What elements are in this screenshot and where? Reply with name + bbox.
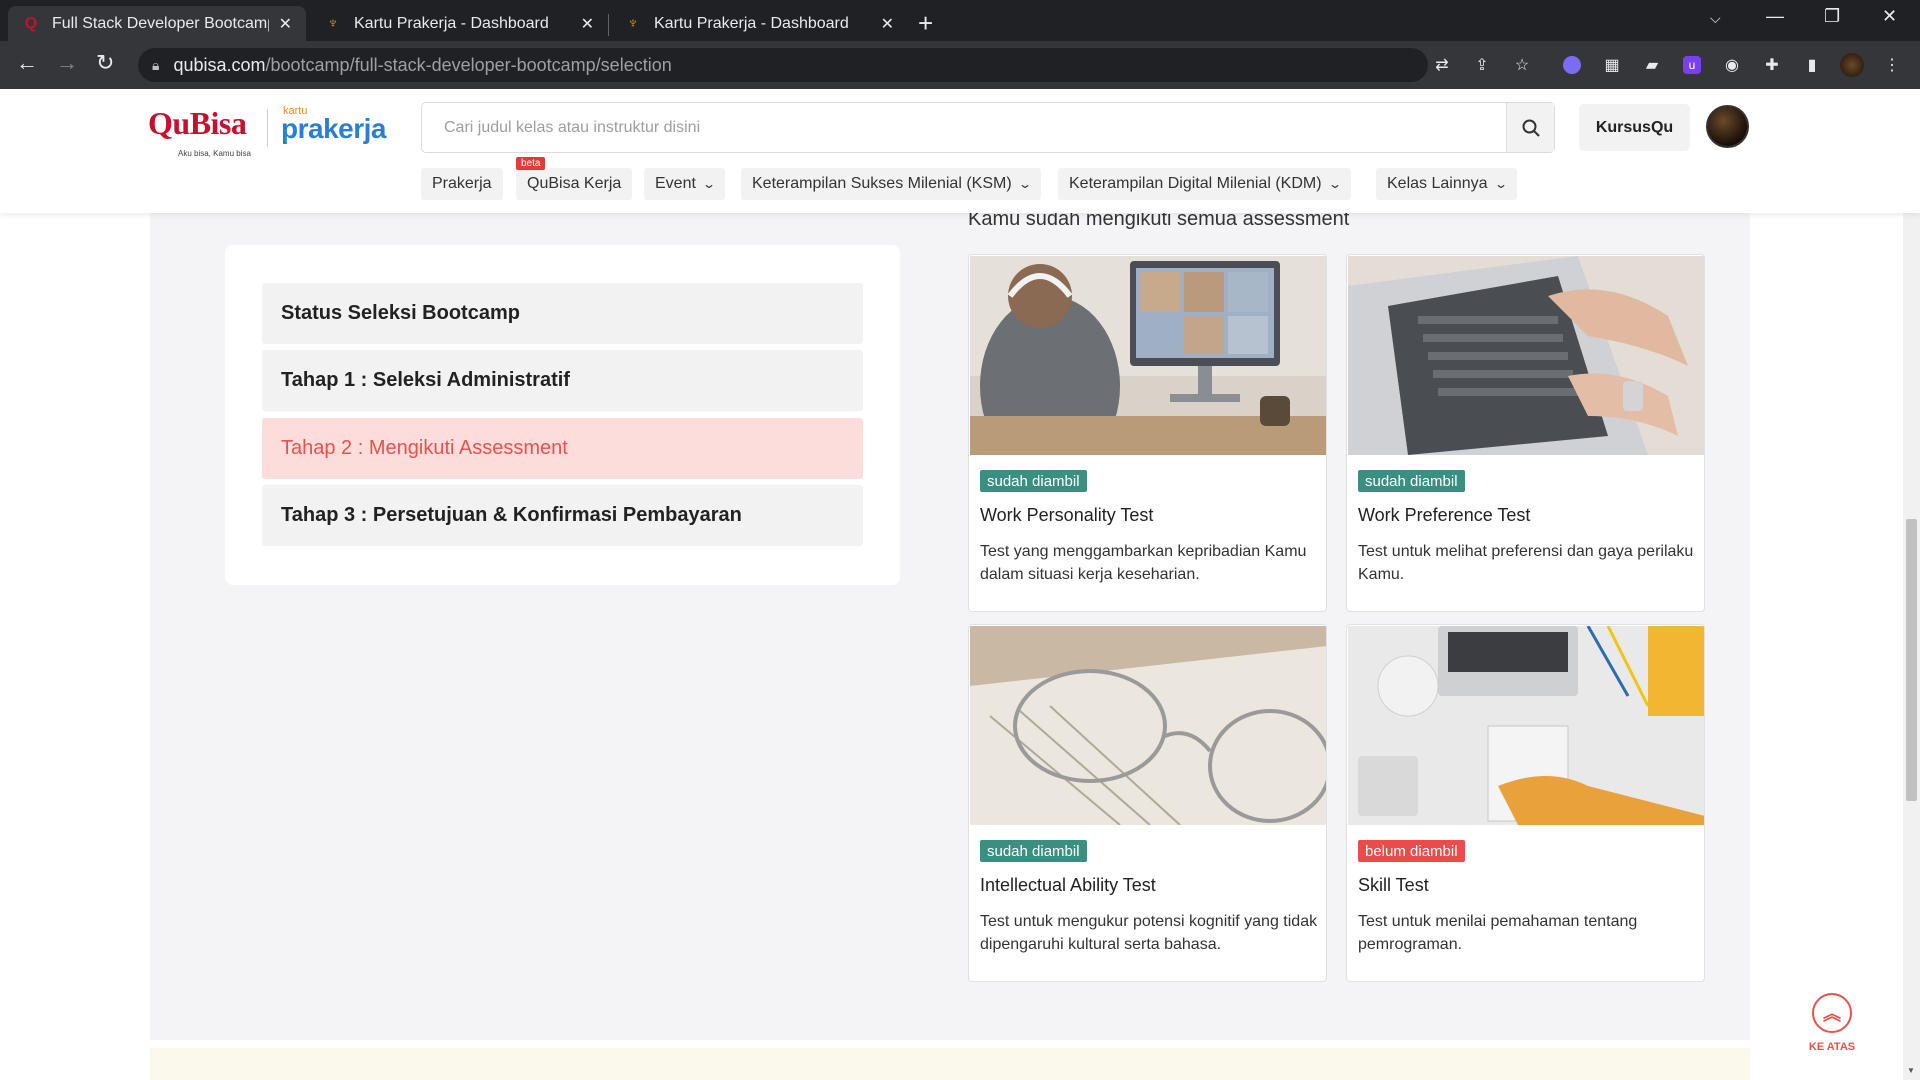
card-title: Work Personality Test — [980, 505, 1154, 525]
step-tahap-3[interactable]: Tahap 3 : Persetujuan & Konfirmasi Pemba… — [262, 485, 863, 546]
new-tab-plus-icon[interactable]: + — [918, 8, 933, 39]
logo-divider — [267, 109, 268, 147]
footer-strip — [150, 1048, 1750, 1080]
nav-kdm[interactable]: Keterampilan Digital Milenial (KDM) ⌄ — [1058, 168, 1351, 200]
nav-label: Kelas Lainnya — [1387, 175, 1488, 192]
back-to-top-label: KE ATAS — [1808, 1041, 1856, 1053]
url-host: qubisa.com — [173, 54, 266, 75]
side-panel-icon[interactable]: ▮ — [1800, 53, 1824, 77]
garuda-favicon-icon: ♆ — [327, 14, 339, 32]
nav-label: Prakerja — [432, 175, 492, 192]
prakerja-logo-text: prakerja — [281, 113, 386, 144]
minimize-icon[interactable]: — — [1766, 6, 1784, 27]
assessment-card-skill-test[interactable]: belum diambil Skill Test Test untuk meni… — [1346, 624, 1705, 982]
tab-title: Full Stack Developer Bootcamp & — [52, 14, 269, 32]
card-title: Skill Test — [1358, 875, 1429, 895]
extension-u-icon[interactable]: u — [1680, 53, 1704, 77]
browser-menu-icon[interactable]: ⋮ — [1880, 53, 1904, 77]
browser-toolbar: ← → ↻ 🔒︎ qubisa.com /bootcamp/full-stack… — [0, 41, 1920, 89]
forward-arrow-icon[interactable]: → — [56, 50, 78, 76]
back-arrow-icon[interactable]: ← — [16, 50, 38, 76]
profile-avatar-icon[interactable] — [1840, 53, 1864, 77]
kursusqu-button[interactable]: KursusQu — [1579, 104, 1690, 151]
double-chevron-up-icon: ︽ — [1812, 993, 1852, 1033]
qubisa-tagline: Aku bisa, Kamu bisa — [178, 149, 251, 158]
close-tab-icon[interactable]: ✕ — [581, 14, 594, 34]
nav-event[interactable]: Event ⌄ — [644, 168, 725, 200]
extension-dark-icon[interactable]: ▰ — [1640, 53, 1664, 77]
search-bar — [421, 102, 1555, 153]
status-badge: sudah diambil — [1358, 470, 1465, 492]
tab-title: Kartu Prakerja - Dashboard — [654, 14, 849, 32]
nav-label: QuBisa Kerja — [527, 175, 622, 192]
share-icon[interactable]: ⇪ — [1470, 53, 1494, 77]
browser-tab-prakerja-2[interactable]: ♆ Kartu Prakerja - Dashboard ✕ — [610, 6, 908, 41]
back-to-top-button[interactable]: ︽ KE ATAS — [1808, 993, 1856, 1067]
qr-code-icon[interactable]: ▦ — [1600, 53, 1624, 77]
search-icon — [1522, 119, 1540, 137]
nav-qubisa-kerja[interactable]: QuBisa Kerja — [516, 168, 633, 200]
card-title: Work Preference Test — [1358, 505, 1531, 525]
assessment-card-work-preference[interactable]: sudah diambil Work Preference Test Test … — [1346, 254, 1705, 612]
card-description: Test untuk mengukur potensi kognitif yan… — [980, 913, 1318, 953]
site-header: QuBisa Aku bisa, Kamu bisa kartu prakerj… — [0, 89, 1920, 213]
scroll-down-icon[interactable]: ▼ — [1907, 1066, 1915, 1075]
scrollbar-thumb[interactable] — [1906, 519, 1917, 801]
glasses-paper-image — [970, 626, 1326, 825]
video-call-image — [970, 256, 1326, 455]
tab-title: Kartu Prakerja - Dashboard — [354, 14, 549, 32]
page-scrollbar[interactable]: ▲ ▼ — [1903, 89, 1920, 1080]
chevron-down-icon: ⌄ — [1493, 177, 1508, 191]
assessment-card-intellectual-ability[interactable]: sudah diambil Intellectual Ability Test … — [968, 624, 1327, 982]
extension-circle-icon[interactable]: ◉ — [1720, 53, 1744, 77]
address-bar[interactable]: 🔒︎ qubisa.com /bootcamp/full-stack-devel… — [138, 48, 1428, 82]
chevron-down-icon: ⌄ — [701, 177, 716, 191]
nav-label: Event — [655, 175, 696, 192]
card-description: Test yang menggambarkan kepribadian Kamu… — [980, 543, 1307, 583]
status-badge: sudah diambil — [980, 840, 1087, 862]
url-path: /bootcamp/full-stack-developer-bootcamp/… — [265, 54, 672, 75]
qubisa-logo[interactable]: QuBisa Aku bisa, Kamu bisa — [148, 105, 251, 158]
browser-tab-strip: Q Full Stack Developer Bootcamp & ✕ ♆ Ka… — [0, 0, 1920, 41]
nav-label: Keterampilan Sukses Milenial (KSM) — [752, 175, 1012, 192]
desk-workspace-image — [1348, 626, 1704, 825]
user-avatar[interactable] — [1706, 105, 1749, 148]
tab-divider — [608, 14, 609, 36]
step-status-seleksi[interactable]: Status Seleksi Bootcamp — [262, 283, 863, 344]
chevron-down-icon: ⌄ — [1327, 177, 1342, 191]
laptop-typing-image — [1348, 256, 1704, 455]
beta-badge: beta — [516, 157, 546, 170]
lock-icon: 🔒︎ — [152, 56, 160, 73]
close-tab-icon[interactable]: ✕ — [279, 14, 292, 34]
search-input[interactable] — [422, 103, 1506, 152]
qubisa-logo-text: QuBisa — [148, 105, 247, 141]
nav-label: Keterampilan Digital Milenial (KDM) — [1069, 175, 1322, 192]
nav-prakerja[interactable]: Prakerja — [421, 168, 503, 200]
nav-ksm[interactable]: Keterampilan Sukses Milenial (KSM) ⌄ — [741, 168, 1041, 200]
garuda-favicon-icon: ♆ — [627, 14, 639, 32]
restore-icon[interactable]: ❐ — [1824, 6, 1840, 27]
card-description: Test untuk menilai pemahaman tentang pem… — [1358, 913, 1638, 953]
status-badge: belum diambil — [1358, 840, 1465, 862]
extensions-puzzle-icon[interactable]: ✚ — [1760, 53, 1784, 77]
browser-tab-prakerja-1[interactable]: ♆ Kartu Prakerja - Dashboard ✕ — [310, 6, 608, 41]
status-badge: sudah diambil — [980, 470, 1087, 492]
browser-tab-bootcamp[interactable]: Q Full Stack Developer Bootcamp & ✕ — [8, 6, 306, 41]
close-tab-icon[interactable]: ✕ — [881, 14, 894, 34]
reload-icon[interactable]: ↻ — [96, 50, 114, 76]
card-description: Test untuk melihat preferensi dan gaya p… — [1358, 543, 1694, 583]
card-title: Intellectual Ability Test — [980, 875, 1156, 895]
close-window-icon[interactable]: ✕ — [1882, 6, 1897, 27]
bookmark-star-icon[interactable]: ☆ — [1510, 53, 1534, 77]
qubisa-favicon-icon: Q — [24, 14, 38, 32]
extension-purple-icon[interactable] — [1560, 53, 1584, 77]
assessment-card-work-personality[interactable]: sudah diambil Work Personality Test Test… — [968, 254, 1327, 612]
step-tahap-2[interactable]: Tahap 2 : Mengikuti Assessment — [262, 418, 863, 479]
nav-kelas-lainnya[interactable]: Kelas Lainnya ⌄ — [1376, 168, 1517, 200]
step-tahap-1[interactable]: Tahap 1 : Seleksi Administratif — [262, 350, 863, 411]
search-button[interactable] — [1506, 103, 1554, 152]
chevron-down-icon: ⌄ — [1017, 177, 1032, 191]
translate-icon[interactable]: ⇄ — [1430, 53, 1454, 77]
tab-search-chevron-icon[interactable]: ⌵ — [1710, 10, 1721, 27]
